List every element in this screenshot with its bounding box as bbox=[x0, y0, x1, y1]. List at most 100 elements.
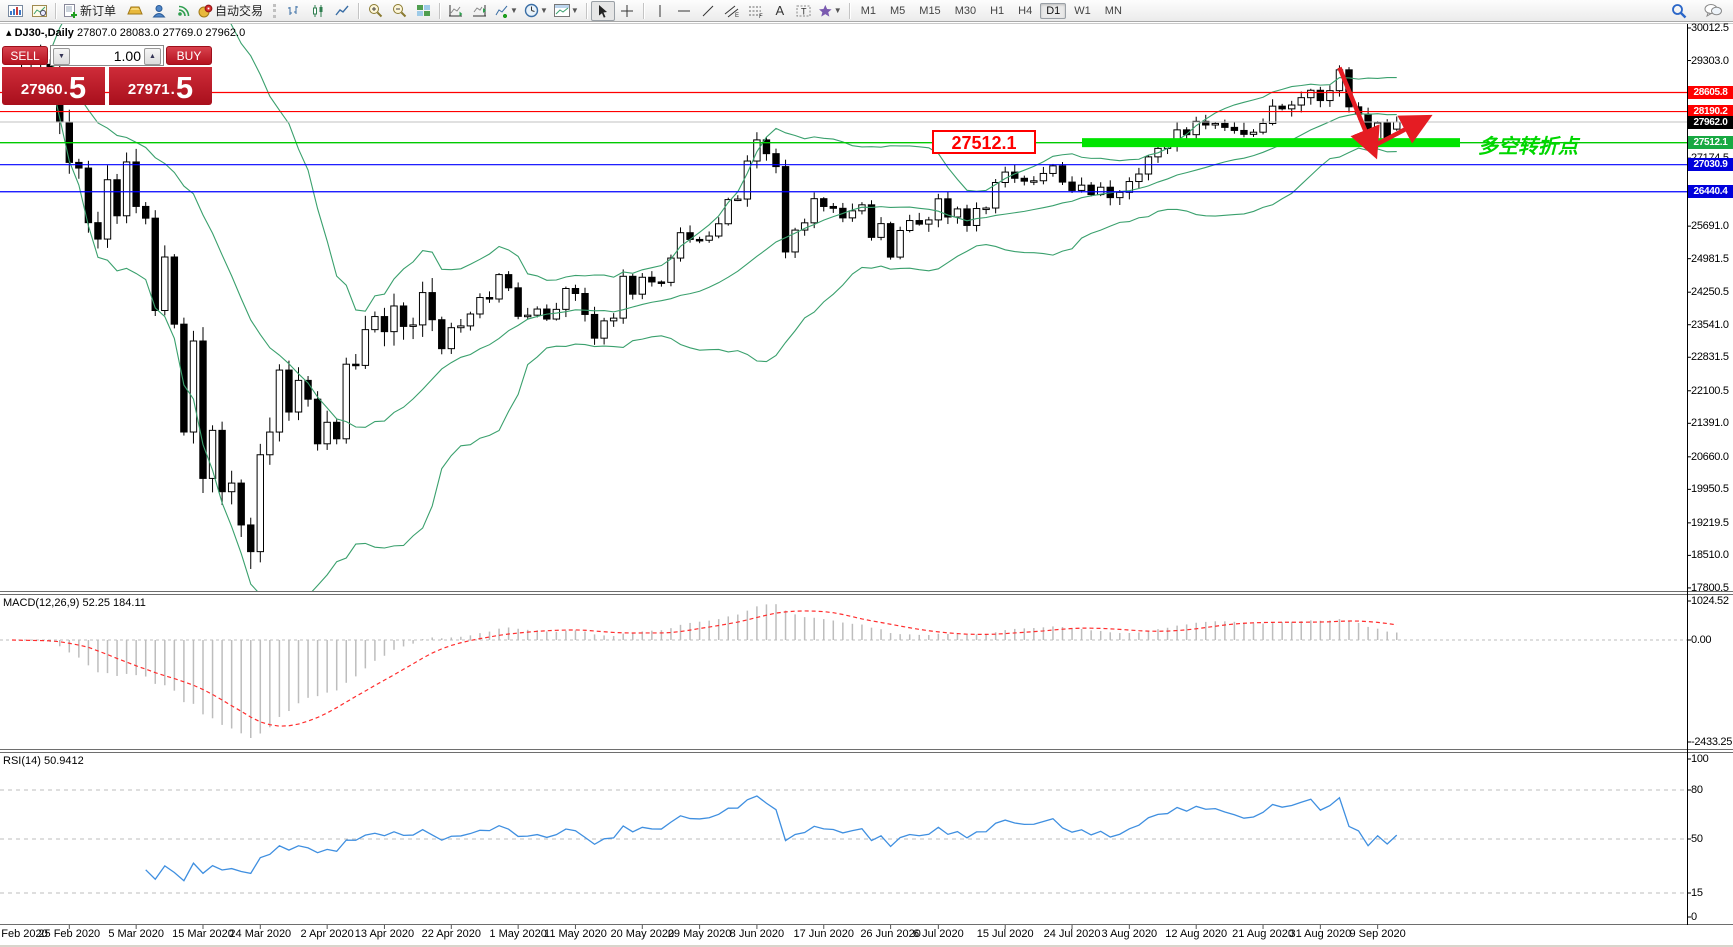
price-tick: 29303.0 bbox=[1691, 54, 1729, 67]
macd-panel-series bbox=[0, 604, 1687, 738]
periods-icon[interactable]: ▼ bbox=[521, 1, 551, 21]
svg-text:F: F bbox=[759, 14, 763, 18]
periods-caret-icon[interactable]: ▼ bbox=[540, 6, 548, 15]
buy-button[interactable]: BUY bbox=[166, 46, 212, 65]
price-line-label[interactable]: 27962.0 bbox=[1688, 115, 1733, 129]
price-tick: 24250.5 bbox=[1691, 286, 1729, 299]
price-tick: 21391.0 bbox=[1691, 417, 1729, 430]
collapse-marker-icon[interactable]: ▴ bbox=[6, 27, 12, 39]
chat-icon[interactable] bbox=[1701, 1, 1725, 21]
one-click-trading-panel: SELL ▼ 1.00 ▲ BUY 27960. 5 27971. 5 bbox=[2, 45, 212, 105]
shapes-tool-icon[interactable]: ▼ bbox=[816, 1, 845, 21]
community-icon[interactable] bbox=[147, 1, 171, 21]
zoom-in-icon[interactable] bbox=[363, 1, 387, 21]
signals-icon[interactable] bbox=[171, 1, 195, 21]
timeframe-d1-button[interactable]: D1 bbox=[1040, 2, 1067, 19]
text-label-tool-icon[interactable]: T bbox=[792, 1, 816, 21]
volume-increase-button[interactable]: ▲ bbox=[144, 48, 161, 65]
line-chart-mode-icon[interactable] bbox=[330, 1, 354, 21]
timeframe-w1-button[interactable]: W1 bbox=[1068, 3, 1097, 19]
price-tick: 23541.0 bbox=[1691, 318, 1729, 331]
timeframe-m5-button[interactable]: M5 bbox=[884, 3, 911, 19]
crosshair-tool-icon[interactable] bbox=[615, 1, 639, 21]
fibonacci-tool-icon[interactable]: F bbox=[744, 1, 768, 21]
macd-tick: -2433.25 bbox=[1691, 736, 1733, 748]
rsi-tick: 80 bbox=[1691, 784, 1703, 796]
date-label: 15 Mar 2020 bbox=[172, 928, 234, 940]
indicators-caret-icon[interactable]: ▼ bbox=[510, 6, 518, 15]
buy-price-main: 27971 bbox=[127, 81, 170, 98]
new-order-label: 新订单 bbox=[80, 4, 117, 18]
tile-windows-icon[interactable] bbox=[411, 1, 435, 21]
svg-text:T: T bbox=[801, 6, 807, 16]
chart-shift-icon[interactable] bbox=[468, 1, 492, 21]
text-tool-icon[interactable]: A bbox=[768, 1, 792, 21]
buy-price-frac: 5 bbox=[175, 70, 194, 105]
trendline-tool-icon[interactable] bbox=[696, 1, 720, 21]
price-line-label[interactable]: 26440.4 bbox=[1688, 185, 1733, 199]
gold-ingot-icon[interactable] bbox=[123, 1, 147, 21]
shapes-caret-icon[interactable]: ▼ bbox=[834, 6, 842, 15]
timeframe-h1-button[interactable]: H1 bbox=[984, 3, 1010, 19]
date-label: 26 Jun 2020 bbox=[860, 928, 921, 940]
price-line-label[interactable]: 28605.8 bbox=[1688, 85, 1733, 99]
volume-field[interactable]: ▼ 1.00 ▲ bbox=[50, 45, 164, 66]
date-label: 2 Apr 2020 bbox=[300, 928, 354, 940]
date-label: 13 Apr 2020 bbox=[354, 928, 415, 940]
price-tick: 18510.0 bbox=[1691, 549, 1729, 562]
templates-caret-icon[interactable]: ▼ bbox=[571, 6, 579, 15]
svg-text:E: E bbox=[735, 13, 739, 18]
level-annotation-label[interactable]: 27512.1 bbox=[932, 130, 1036, 154]
indicators-add-icon[interactable]: ▼ bbox=[492, 1, 521, 21]
new-order-button[interactable]: 新订单 bbox=[60, 1, 123, 21]
timeframe-m1-button[interactable]: M1 bbox=[855, 3, 882, 19]
buy-price-display[interactable]: 27971. 5 bbox=[109, 67, 212, 105]
trend-arrow-down[interactable] bbox=[1337, 66, 1380, 160]
auto-scroll-icon[interactable] bbox=[444, 1, 468, 21]
price-axis[interactable]: 30012.529303.027174.525691.024981.524250… bbox=[1688, 0, 1733, 947]
zoom-out-icon[interactable] bbox=[387, 1, 411, 21]
sell-price-display[interactable]: 27960. 5 bbox=[2, 67, 105, 105]
sell-button[interactable]: SELL bbox=[2, 46, 48, 65]
search-icon[interactable] bbox=[1667, 1, 1691, 21]
timeframe-m15-button[interactable]: M15 bbox=[913, 3, 946, 19]
chart-canvas[interactable] bbox=[0, 0, 1733, 947]
price-line-label[interactable]: 27030.9 bbox=[1688, 158, 1733, 172]
chart-title: ▴ DJ30-,Daily 27807.0 28083.0 27769.0 27… bbox=[6, 26, 245, 39]
macd-tick: 1024.52 bbox=[1691, 595, 1729, 607]
auto-trading-button[interactable]: 自动交易 bbox=[195, 1, 270, 21]
price-tick: 20660.0 bbox=[1691, 450, 1729, 463]
date-label: 9 Sep 2020 bbox=[1349, 928, 1406, 940]
volume-decrease-button[interactable]: ▼ bbox=[53, 48, 70, 65]
macd-tick: 0.00 bbox=[1691, 634, 1712, 646]
new-chart-icon[interactable] bbox=[3, 1, 27, 21]
rsi-panel-series bbox=[0, 789, 1687, 894]
turning-point-annotation[interactable]: 多空转折点 bbox=[1478, 130, 1578, 159]
sell-price-dot: . bbox=[63, 81, 68, 98]
chart-symbol: DJ30-,Daily bbox=[14, 27, 74, 39]
auto-trading-label: 自动交易 bbox=[215, 4, 264, 18]
channel-tool-icon[interactable]: E bbox=[720, 1, 744, 21]
price-line-label[interactable]: 27512.1 bbox=[1688, 136, 1733, 150]
date-label: 31 Aug 2020 bbox=[1289, 928, 1352, 940]
date-label: 12 Aug 2020 bbox=[1165, 928, 1228, 940]
volume-value[interactable]: 1.00 bbox=[114, 48, 141, 64]
date-label: 15 Jul 2020 bbox=[976, 928, 1034, 940]
timeframe-mn-button[interactable]: MN bbox=[1099, 3, 1128, 19]
horizontal-line-tool-icon[interactable] bbox=[672, 1, 696, 21]
candlestick-mode-icon[interactable] bbox=[306, 1, 330, 21]
vertical-line-tool-icon[interactable] bbox=[648, 1, 672, 21]
date-label: 17 Jun 2020 bbox=[793, 928, 855, 940]
cursor-tool-icon[interactable] bbox=[590, 0, 615, 21]
date-axis[interactable]: 15 Feb 202025 Feb 20205 Mar 202015 Mar 2… bbox=[0, 928, 1733, 944]
profiles-icon[interactable] bbox=[27, 1, 51, 21]
timeframe-m30-button[interactable]: M30 bbox=[949, 3, 982, 19]
rsi-tick: 15 bbox=[1691, 887, 1703, 899]
buy-price-dot: . bbox=[170, 81, 175, 98]
support-highlight-bar[interactable] bbox=[1082, 138, 1460, 148]
timeframe-h4-button[interactable]: H4 bbox=[1012, 3, 1038, 19]
bar-chart-mode-icon[interactable] bbox=[282, 1, 306, 21]
price-tick: 19950.5 bbox=[1691, 483, 1729, 496]
templates-icon[interactable]: ▼ bbox=[551, 1, 582, 21]
date-label: 20 May 2020 bbox=[610, 928, 675, 940]
